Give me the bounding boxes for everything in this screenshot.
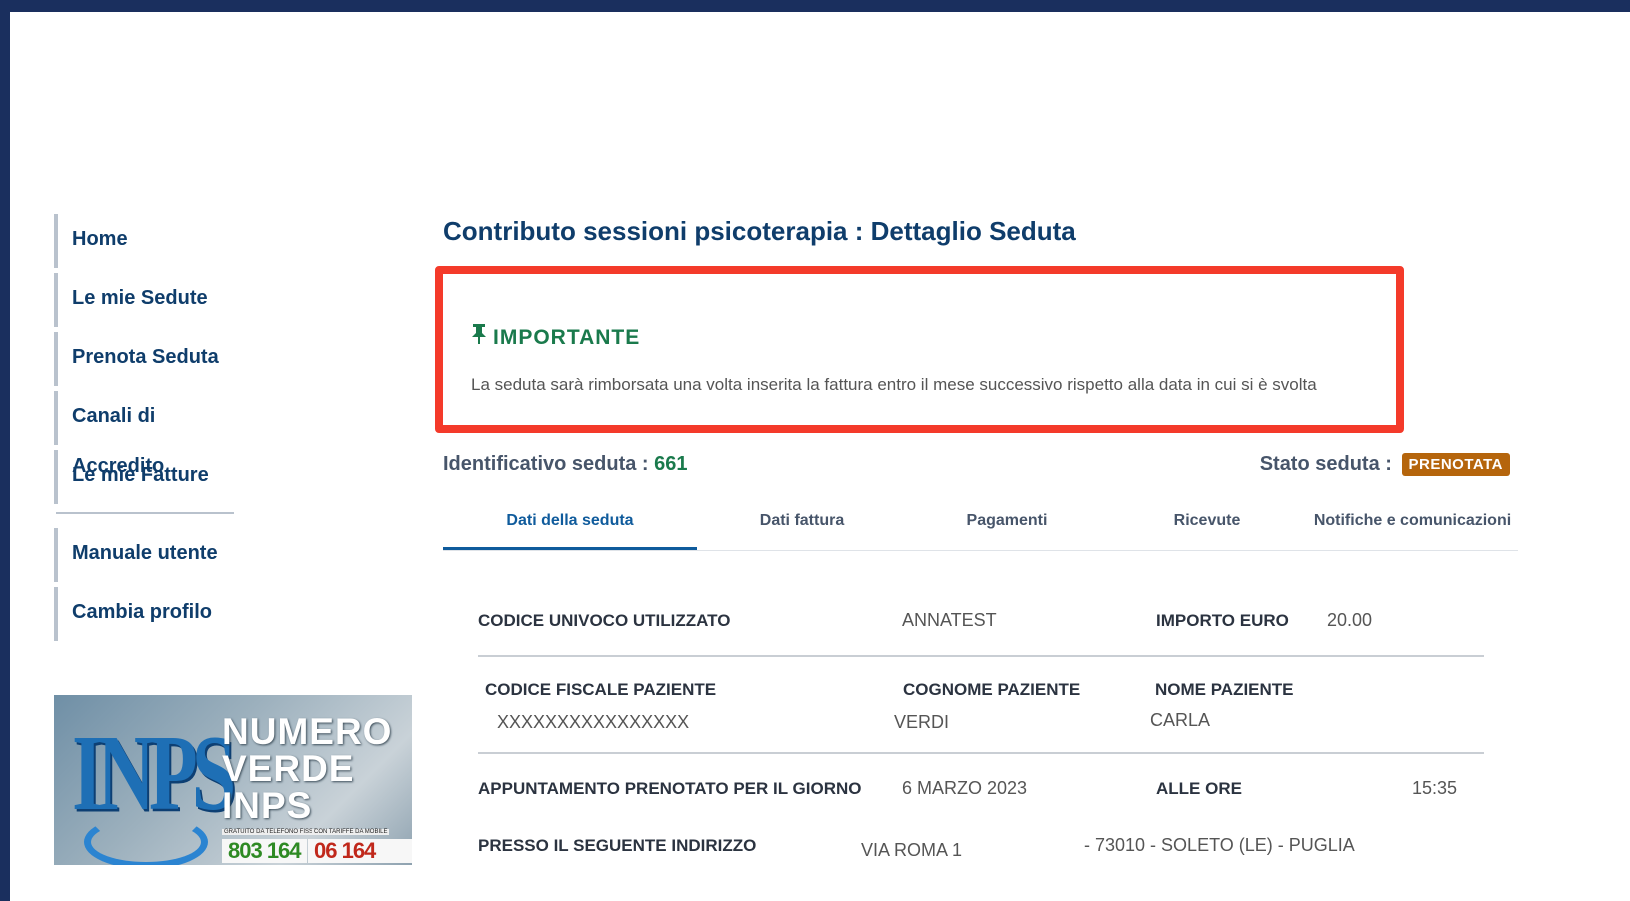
tab-ricevute[interactable]: Ricevute [1107, 512, 1307, 530]
status-badge: PRENOTATA [1401, 453, 1510, 477]
localita-value: - 73010 - SOLETO (LE) - PUGLIA [1084, 835, 1355, 855]
session-identifier: Identificativo seduta : 661 [443, 453, 688, 476]
active-tab-indicator [443, 547, 697, 550]
detail-divider [478, 655, 1484, 657]
banner-line-verde: VERDE [222, 748, 355, 789]
nome-paziente-label: NOME PAZIENTE [1155, 680, 1294, 699]
tab-dati-della-seduta[interactable]: Dati della seduta [443, 512, 697, 530]
alle-ore-label: ALLE ORE [1156, 779, 1242, 798]
indirizzo-value: VIA ROMA 1 [861, 840, 963, 860]
session-status: Stato seduta : PRENOTATA [1259, 453, 1510, 477]
nav-item-manuale-utente[interactable]: Manuale utente [54, 528, 234, 582]
page-title: Contributo sessioni psicoterapia : Detta… [443, 216, 1076, 246]
banner-mobile-caption: CON TARIFFE DA MOBILE [312, 829, 390, 835]
notice-body: La seduta sarà rimborsata una volta inse… [471, 375, 1317, 394]
banner-fixed-number: 803 164 [222, 839, 307, 863]
nav-item-le-mie-fatture[interactable]: Le mie Fatture [54, 450, 234, 504]
banner-mobile-number: 06 164 164 [308, 839, 412, 865]
alle-ore-value: 15:35 [1412, 778, 1458, 798]
codice-fiscale-label: CODICE FISCALE PAZIENTE [485, 680, 717, 699]
codice-fiscale-value: XXXXXXXXXXXXXXXX [497, 712, 690, 732]
nav-divider [56, 512, 234, 514]
codice-univoco-label: CODICE UNIVOCO UTILIZZATO [478, 611, 731, 630]
notice-heading-text: IMPORTANTE [493, 326, 641, 349]
nav-item-cambia-profilo[interactable]: Cambia profilo [54, 587, 234, 641]
nome-paziente-value: CARLA [1150, 710, 1211, 730]
pin-icon [471, 324, 487, 350]
session-id-value: 661 [654, 453, 688, 475]
tab-pagamenti[interactable]: Pagamenti [907, 512, 1107, 530]
detail-divider [478, 752, 1484, 754]
session-status-label: Stato seduta : [1259, 453, 1392, 475]
tab-notifiche-e-comunicazioni[interactable]: Notifiche e comunicazioni [1307, 512, 1518, 530]
appuntamento-label: APPUNTAMENTO PRENOTATO PER IL GIORNO [478, 779, 862, 798]
indirizzo-label: PRESSO IL SEGUENTE INDIRIZZO [478, 836, 757, 855]
banner-line-inps: INPS [222, 785, 313, 826]
codice-univoco-value: ANNATEST [902, 610, 997, 630]
tab-dati-fattura[interactable]: Dati fattura [697, 512, 907, 530]
nav-item-canali-di-accredito[interactable]: Canali di Accredito [54, 391, 234, 477]
important-notice: IMPORTANTE La seduta sarà rimborsata una… [435, 266, 1404, 433]
notice-heading: IMPORTANTE [471, 324, 640, 350]
appuntamento-value: 6 MARZO 2023 [902, 778, 1028, 798]
nav-item-home[interactable]: Home [54, 214, 234, 268]
banner-line-numero: NUMERO [222, 711, 393, 752]
importo-euro-value: 20.00 [1327, 610, 1373, 630]
session-id-label: Identificativo seduta : [443, 453, 649, 475]
sidebar-nav: Home Le mie Sedute Prenota Seduta Canali… [54, 214, 234, 646]
nav-item-le-mie-sedute[interactable]: Le mie Sedute [54, 273, 234, 327]
banner-fixed-caption: GRATUITO DA TELEFONO FISSO [222, 829, 320, 835]
detail-tabs: Dati della seduta Dati fattura Pagamenti… [443, 500, 1518, 551]
inps-logo-swirl [84, 815, 208, 865]
cognome-paziente-label: COGNOME PAZIENTE [903, 680, 1081, 699]
cognome-paziente-value: VERDI [894, 712, 950, 732]
nav-item-prenota-seduta[interactable]: Prenota Seduta [54, 332, 234, 386]
app-window: Home Le mie Sedute Prenota Seduta Canali… [0, 0, 1630, 901]
numero-verde-banner[interactable]: INPS NUMERO VERDE INPS GRATUITO DA TELEF… [54, 695, 412, 865]
importo-euro-label: IMPORTO EURO [1156, 611, 1289, 630]
